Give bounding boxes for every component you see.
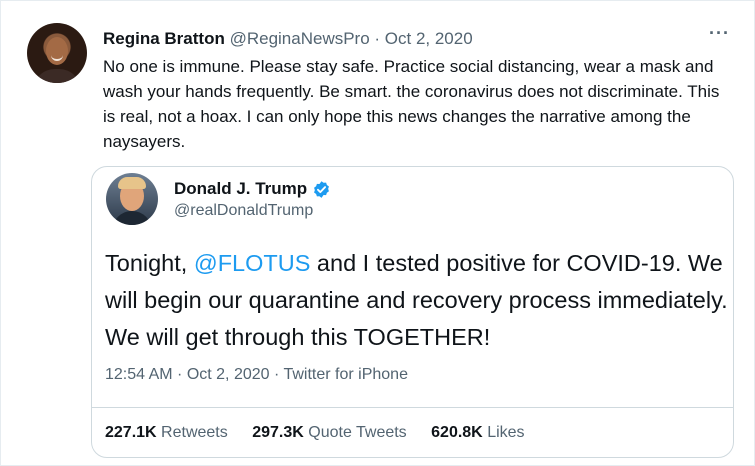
- author-name[interactable]: Regina Bratton: [103, 29, 225, 48]
- tweet-header: Regina Bratton @ReginaNewsPro · Oct 2, 2…: [103, 29, 473, 49]
- divider: [92, 407, 733, 408]
- verified-badge-icon: [312, 180, 331, 199]
- tweet-text: No one is immune. Please stay safe. Prac…: [103, 57, 720, 151]
- retweets-stat[interactable]: 227.1K Retweets: [105, 424, 228, 441]
- author-meta[interactable]: @ReginaNewsPro · Oct 2, 2020: [230, 29, 473, 48]
- author-avatar[interactable]: [27, 23, 87, 83]
- stat-label: Quote Tweets: [308, 424, 407, 441]
- avatar-suit: [112, 211, 152, 225]
- quoted-text-before: Tonight,: [105, 250, 194, 276]
- quoted-author-handle[interactable]: @realDonaldTrump: [174, 202, 313, 220]
- stat-label: Likes: [487, 424, 525, 441]
- quoted-author-avatar[interactable]: [106, 173, 158, 225]
- stat-label: Retweets: [161, 424, 228, 441]
- stat-value: 620.8K: [431, 424, 483, 441]
- quoted-tweet-text: Tonight, @FLOTUS and I tested positive f…: [105, 245, 730, 356]
- tweet-card: Regina Bratton @ReginaNewsPro · Oct 2, 2…: [0, 0, 755, 466]
- avatar-shoulders: [33, 69, 81, 83]
- likes-stat[interactable]: 620.8K Likes: [431, 424, 524, 441]
- quoted-author-row[interactable]: Donald J. Trump: [174, 179, 331, 199]
- stat-value: 227.1K: [105, 424, 157, 441]
- engagement-stats: 227.1K Retweets 297.3K Quote Tweets 620.…: [105, 424, 545, 442]
- avatar-hair: [118, 177, 146, 189]
- quoted-author-name[interactable]: Donald J. Trump: [174, 179, 307, 199]
- quoted-timestamp[interactable]: 12:54 AM · Oct 2, 2020 · Twitter for iPh…: [105, 366, 408, 384]
- quote-tweets-stat[interactable]: 297.3K Quote Tweets: [252, 424, 406, 441]
- quoted-tweet[interactable]: Donald J. Trump @realDonaldTrump Tonight…: [91, 166, 734, 458]
- stat-value: 297.3K: [252, 424, 304, 441]
- more-icon[interactable]: ···: [709, 23, 730, 44]
- mention-link[interactable]: @FLOTUS: [194, 250, 311, 276]
